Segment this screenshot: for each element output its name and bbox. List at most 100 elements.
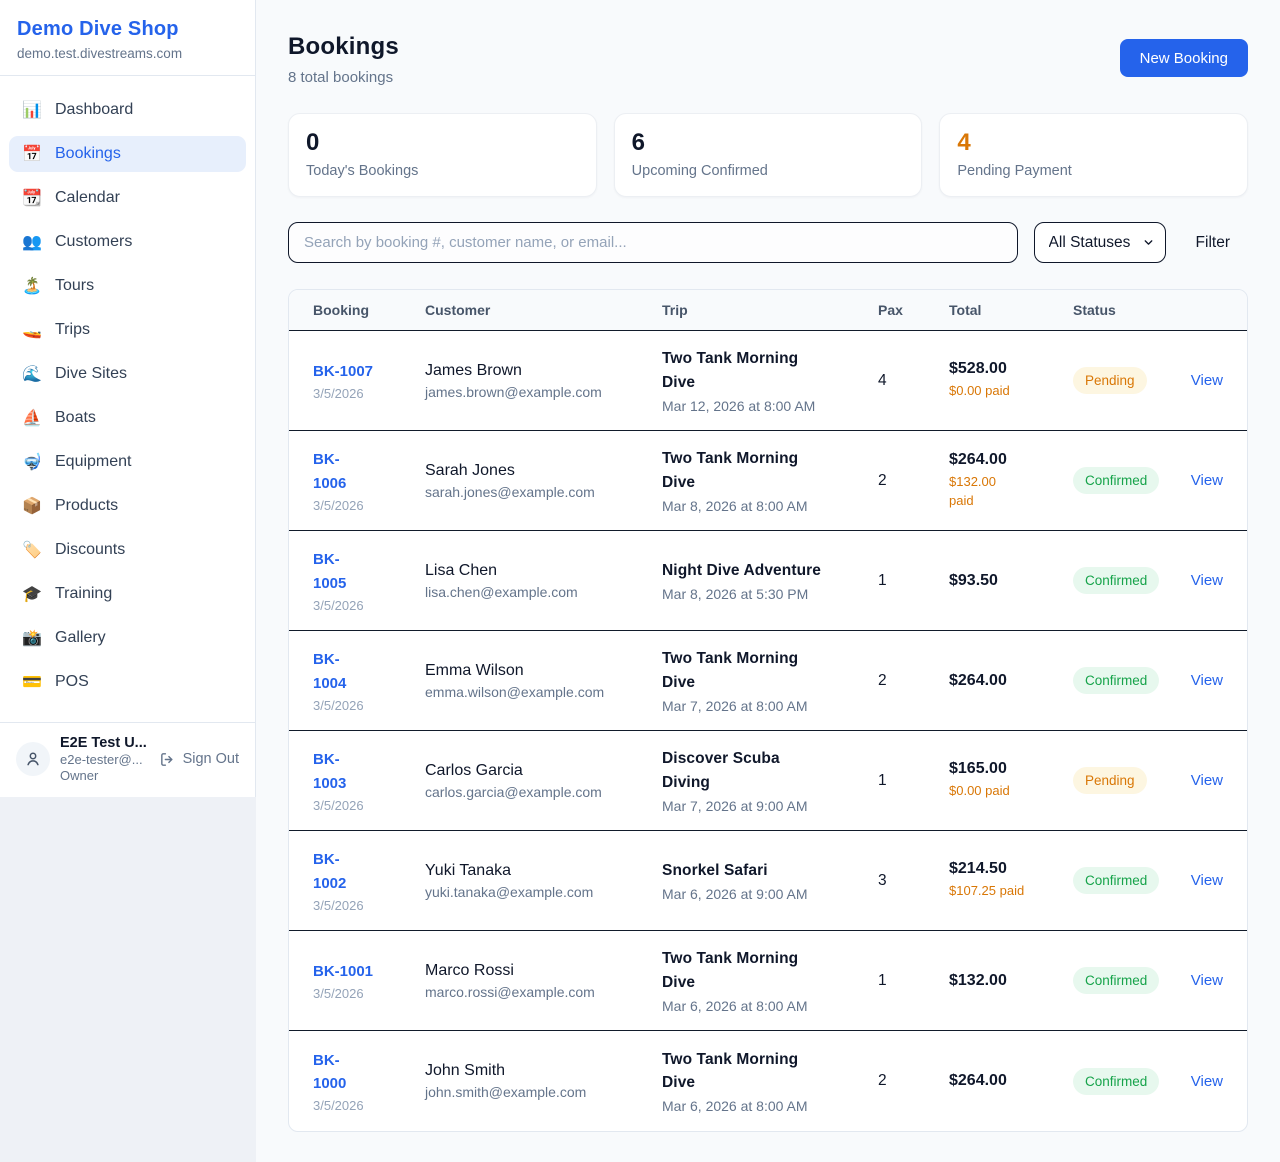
booking-id-link[interactable]: BK-1007	[313, 360, 425, 383]
booking-id-link[interactable]: BK-1002	[313, 848, 425, 895]
total-cell: $264.00	[949, 672, 1073, 690]
view-link[interactable]: View	[1190, 1073, 1223, 1090]
customer-cell: James Brown james.brown@example.com	[425, 362, 662, 400]
booking-date: 3/5/2026	[313, 498, 425, 513]
customer-email: sarah.jones@example.com	[425, 484, 662, 500]
total-cell: $93.50	[949, 572, 1073, 590]
sidebar-item-bookings[interactable]: 📅 Bookings	[9, 136, 246, 172]
user-icon	[24, 750, 42, 768]
sidebar-item-pos[interactable]: 💳 POS	[9, 664, 246, 700]
booking-date: 3/5/2026	[313, 898, 425, 913]
sidebar-item-equipment[interactable]: 🤿 Equipment	[9, 444, 246, 480]
stat-label: Pending Payment	[957, 163, 1230, 179]
diving-mask-icon: 🤿	[22, 452, 42, 472]
status-badge: Pending	[1073, 367, 1147, 394]
trip-cell: Two Tank MorningDive Mar 6, 2026 at 8:00…	[662, 947, 878, 1014]
booking-id-link[interactable]: BK-1005	[313, 548, 425, 595]
page-header: Bookings 8 total bookings New Booking	[288, 33, 1248, 86]
trip-name: Night Dive Adventure	[662, 559, 878, 582]
customer-cell: Carlos Garcia carlos.garcia@example.com	[425, 762, 662, 800]
page-title-block: Bookings 8 total bookings	[288, 33, 399, 86]
trip-time: Mar 7, 2026 at 8:00 AM	[662, 698, 878, 714]
sidebar-item-trips[interactable]: 🚤 Trips	[9, 312, 246, 348]
calendar-icon: 📅	[22, 144, 42, 164]
total-amount: $165.00	[949, 760, 1073, 778]
booking-cell: BK-1005 3/5/2026	[313, 548, 425, 613]
sidebar-item-boats[interactable]: ⛵ Boats	[9, 400, 246, 436]
sidebar-item-gallery[interactable]: 📸 Gallery	[9, 620, 246, 656]
booking-id-link[interactable]: BK-1003	[313, 748, 425, 795]
sidebar-nav: 📊 Dashboard 📅 Bookings 📆 Calendar 👥 Cust…	[0, 76, 255, 722]
booking-id-link[interactable]: BK-1004	[313, 648, 425, 695]
booking-cell: BK-1007 3/5/2026	[313, 360, 425, 401]
total-cell: $264.00 $132.00paid	[949, 451, 1073, 509]
view-link[interactable]: View	[1190, 572, 1223, 589]
customer-email: marco.rossi@example.com	[425, 984, 662, 1000]
sidebar-item-training[interactable]: 🎓 Training	[9, 576, 246, 612]
table-row: BK-1005 3/5/2026 Lisa Chen lisa.chen@exa…	[289, 531, 1247, 631]
customer-name: Emma Wilson	[425, 662, 662, 680]
column-header-status: Status	[1073, 302, 1190, 318]
trip-name: Two Tank MorningDive	[662, 647, 878, 694]
booking-date: 3/5/2026	[313, 798, 425, 813]
booking-id-link[interactable]: BK-1006	[313, 448, 425, 495]
customer-email: james.brown@example.com	[425, 384, 662, 400]
status-select[interactable]: All Statuses	[1034, 222, 1166, 263]
sidebar: Demo Dive Shop demo.test.divestreams.com…	[0, 0, 256, 797]
view-link[interactable]: View	[1190, 672, 1223, 689]
status-cell: Pending	[1073, 767, 1190, 794]
total-cell: $528.00 $0.00 paid	[949, 360, 1073, 400]
column-header-trip: Trip	[662, 302, 878, 318]
table-body: BK-1007 3/5/2026 James Brown james.brown…	[289, 331, 1247, 1131]
paid-amount: $132.00paid	[949, 473, 1073, 509]
trip-cell: Two Tank MorningDive Mar 8, 2026 at 8:00…	[662, 447, 878, 514]
customer-cell: Sarah Jones sarah.jones@example.com	[425, 462, 662, 500]
filter-button[interactable]: Filter	[1188, 226, 1238, 260]
trip-name: Snorkel Safari	[662, 859, 878, 882]
stat-value: 6	[632, 129, 905, 157]
view-link[interactable]: View	[1190, 372, 1223, 389]
booking-date: 3/5/2026	[313, 986, 425, 1001]
total-amount: $264.00	[949, 451, 1073, 469]
people-icon: 👥	[22, 232, 42, 252]
sidebar-item-customers[interactable]: 👥 Customers	[9, 224, 246, 260]
booking-id-link[interactable]: BK-1000	[313, 1049, 425, 1096]
sidebar-item-discounts[interactable]: 🏷️ Discounts	[9, 532, 246, 568]
stat-card: 4 Pending Payment	[939, 113, 1248, 197]
new-booking-button[interactable]: New Booking	[1120, 39, 1248, 77]
view-link[interactable]: View	[1190, 972, 1223, 989]
total-amount: $264.00	[949, 1072, 1073, 1090]
paid-amount: $0.00 paid	[949, 782, 1073, 800]
status-badge: Confirmed	[1073, 667, 1159, 694]
view-link[interactable]: View	[1190, 772, 1223, 789]
status-badge: Confirmed	[1073, 1068, 1159, 1095]
sidebar-item-dashboard[interactable]: 📊 Dashboard	[9, 92, 246, 128]
pax-cell: 2	[878, 672, 949, 690]
view-link[interactable]: View	[1190, 472, 1223, 489]
booking-id-link[interactable]: BK-1001	[313, 960, 425, 983]
customer-cell: Emma Wilson emma.wilson@example.com	[425, 662, 662, 700]
paid-amount: $107.25 paid	[949, 882, 1073, 900]
sign-out-button[interactable]: Sign Out	[159, 751, 239, 768]
user-name: E2E Test U...	[60, 735, 149, 751]
column-header-customer: Customer	[425, 302, 662, 318]
view-link[interactable]: View	[1190, 872, 1223, 889]
graduation-cap-icon: 🎓	[22, 584, 42, 604]
sidebar-item-tours[interactable]: 🏝️ Tours	[9, 268, 246, 304]
stat-value: 0	[306, 129, 579, 157]
table-row: BK-1002 3/5/2026 Yuki Tanaka yuki.tanaka…	[289, 831, 1247, 931]
status-cell: Confirmed	[1073, 967, 1190, 994]
sidebar-item-calendar[interactable]: 📆 Calendar	[9, 180, 246, 216]
customer-cell: Lisa Chen lisa.chen@example.com	[425, 562, 662, 600]
stat-card: 6 Upcoming Confirmed	[614, 113, 923, 197]
column-header-total: Total	[949, 302, 1073, 318]
booking-cell: BK-1004 3/5/2026	[313, 648, 425, 713]
trip-name: Two Tank MorningDive	[662, 1048, 878, 1095]
sidebar-item-products[interactable]: 📦 Products	[9, 488, 246, 524]
bookings-count: 8 total bookings	[288, 69, 399, 86]
total-cell: $165.00 $0.00 paid	[949, 760, 1073, 800]
stat-label: Today's Bookings	[306, 163, 579, 179]
search-input[interactable]	[288, 222, 1018, 263]
bar-chart-icon: 📊	[22, 100, 42, 120]
sidebar-item-dive-sites[interactable]: 🌊 Dive Sites	[9, 356, 246, 392]
